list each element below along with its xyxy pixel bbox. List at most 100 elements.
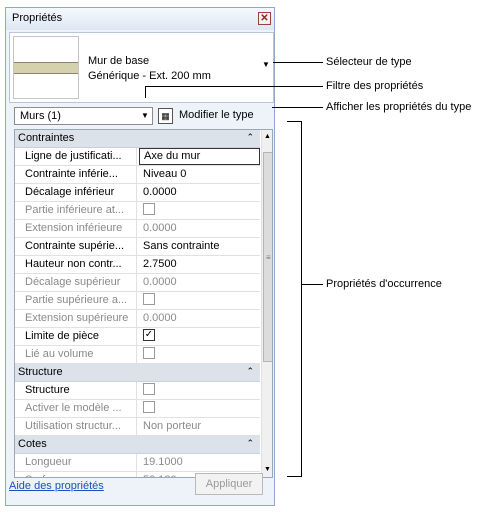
edit-type-icon: ▦	[158, 108, 173, 124]
checkbox	[143, 203, 155, 216]
scroll-up-icon[interactable]: ▲	[264, 133, 271, 140]
collapse-icon[interactable]: ⌃	[246, 132, 254, 143]
checkbox	[143, 401, 155, 414]
property-row: Longueur 19.1000	[15, 454, 260, 472]
callout-line	[272, 107, 323, 108]
property-value[interactable]: Axe du mur	[139, 148, 260, 165]
vertical-scrollbar[interactable]: ▲ ≡ ▼	[261, 130, 272, 477]
property-name: Ligne de justificati...	[15, 148, 137, 165]
checkbox	[143, 347, 155, 360]
property-row: Décalage supérieur 0.0000	[15, 274, 260, 292]
callout-instance-properties: Propriétés d'occurrence	[326, 278, 442, 290]
callout-type-selector: Sélecteur de type	[326, 56, 412, 68]
property-row: Activer le modèle ...	[15, 400, 260, 418]
collapse-icon[interactable]: ⌃	[246, 438, 254, 449]
property-value[interactable]: ✓	[139, 328, 260, 345]
type-selector[interactable]: Mur de base Générique - Ext. 200 mm ▼	[9, 32, 274, 103]
property-value	[139, 400, 260, 417]
property-value: Non porteur	[143, 420, 202, 432]
property-row: Extension inférieure 0.0000	[15, 220, 260, 238]
help-link[interactable]: Aide des propriétés	[9, 480, 104, 492]
property-value: 0.0000	[143, 276, 177, 288]
panel-title: Propriétés	[12, 12, 63, 24]
property-name: Extension supérieure	[15, 310, 137, 327]
property-name: Longueur	[15, 454, 137, 471]
chevron-down-icon[interactable]: ▼	[262, 60, 270, 69]
property-name: Partie inférieure at...	[15, 202, 137, 219]
property-row: Limite de pièce ✓	[15, 328, 260, 346]
callout-line	[301, 284, 323, 285]
group-header[interactable]: Contraintes ⌃	[15, 130, 260, 148]
property-name: Surface	[15, 472, 137, 477]
property-name: Activer le modèle ...	[15, 400, 137, 417]
callout-type-properties: Afficher les propriétés du type	[326, 101, 472, 113]
property-value: 0.0000	[143, 312, 177, 324]
edit-type-label: Modifier le type	[179, 109, 254, 121]
property-row: Partie supérieure a...	[15, 292, 260, 310]
property-value	[139, 202, 260, 219]
grip-icon: ≡	[266, 253, 271, 262]
property-row: Structure	[15, 382, 260, 400]
checkbox	[143, 293, 155, 306]
type-name: Générique - Ext. 200 mm	[88, 70, 211, 82]
callout-line	[145, 86, 323, 87]
property-value: 0.0000	[143, 222, 177, 234]
property-name: Structure	[15, 382, 137, 399]
panel-titlebar[interactable]: Propriétés ✕	[6, 8, 274, 30]
property-value[interactable]	[139, 382, 260, 399]
property-row: Décalage inférieur 0.0000	[15, 184, 260, 202]
property-value: 19.1000	[143, 456, 183, 468]
type-preview-image	[13, 36, 79, 99]
type-family-name: Mur de base	[88, 55, 150, 67]
group-name: Structure	[18, 366, 63, 378]
property-name: Extension inférieure	[15, 220, 137, 237]
property-value[interactable]: Sans contrainte	[139, 238, 260, 255]
callout-bracket	[287, 121, 302, 122]
property-value[interactable]: 0.0000	[139, 184, 260, 201]
group-header[interactable]: Cotes ⌃	[15, 436, 260, 454]
property-value[interactable]: Niveau 0	[139, 166, 260, 183]
properties-panel: Propriétés ✕ Mur de base Générique - Ext…	[5, 7, 275, 506]
property-name: Décalage inférieur	[15, 184, 137, 201]
property-row: Hauteur non contr... 2.7500	[15, 256, 260, 274]
close-button[interactable]: ✕	[258, 12, 271, 25]
property-name: Décalage supérieur	[15, 274, 137, 291]
apply-button[interactable]: Appliquer	[195, 473, 263, 495]
callout-bracket	[301, 121, 302, 477]
wall-swatch-icon	[14, 62, 78, 74]
property-value	[139, 346, 260, 363]
properties-filter-select[interactable]: Murs (1) ▼	[14, 107, 153, 125]
property-row: Extension supérieure 0.0000	[15, 310, 260, 328]
callout-line	[273, 62, 323, 63]
property-row: Contrainte inférie... Niveau 0	[15, 166, 260, 184]
property-name: Partie supérieure a...	[15, 292, 137, 309]
property-row: Utilisation structur... Non porteur	[15, 418, 260, 436]
property-name: Utilisation structur...	[15, 418, 137, 435]
property-row: Ligne de justificati... Axe du mur	[15, 148, 260, 166]
callout-filter: Filtre des propriétés	[326, 80, 424, 92]
property-name: Hauteur non contr...	[15, 256, 137, 273]
property-name: Lié au volume	[15, 346, 137, 363]
property-value	[139, 292, 260, 309]
group-name: Contraintes	[18, 132, 75, 144]
chevron-down-icon[interactable]: ▼	[141, 111, 149, 120]
group-name: Cotes	[18, 438, 47, 450]
property-row: Lié au volume	[15, 346, 260, 364]
property-rows: Contraintes ⌃ Ligne de justificati... Axe d…	[15, 130, 260, 477]
scroll-thumb[interactable]: ≡	[263, 152, 272, 362]
filter-value: Murs (1)	[20, 110, 61, 122]
callout-line	[145, 86, 146, 98]
property-grid: Contraintes ⌃ Ligne de justificati... Axe d…	[14, 129, 273, 478]
property-name: Limite de pièce	[15, 328, 137, 345]
group-header[interactable]: Structure ⌃	[15, 364, 260, 382]
property-name: Contrainte inférie...	[15, 166, 137, 183]
checkbox-checked[interactable]: ✓	[143, 329, 155, 342]
property-name: Contrainte supérie...	[15, 238, 137, 255]
scroll-down-icon[interactable]: ▼	[264, 466, 271, 473]
property-row: Partie inférieure at...	[15, 202, 260, 220]
property-value[interactable]: 2.7500	[139, 256, 260, 273]
checkbox[interactable]	[143, 383, 155, 396]
collapse-icon[interactable]: ⌃	[246, 366, 254, 377]
property-row: Contrainte supérie... Sans contrainte	[15, 238, 260, 256]
callout-bracket	[287, 476, 302, 477]
